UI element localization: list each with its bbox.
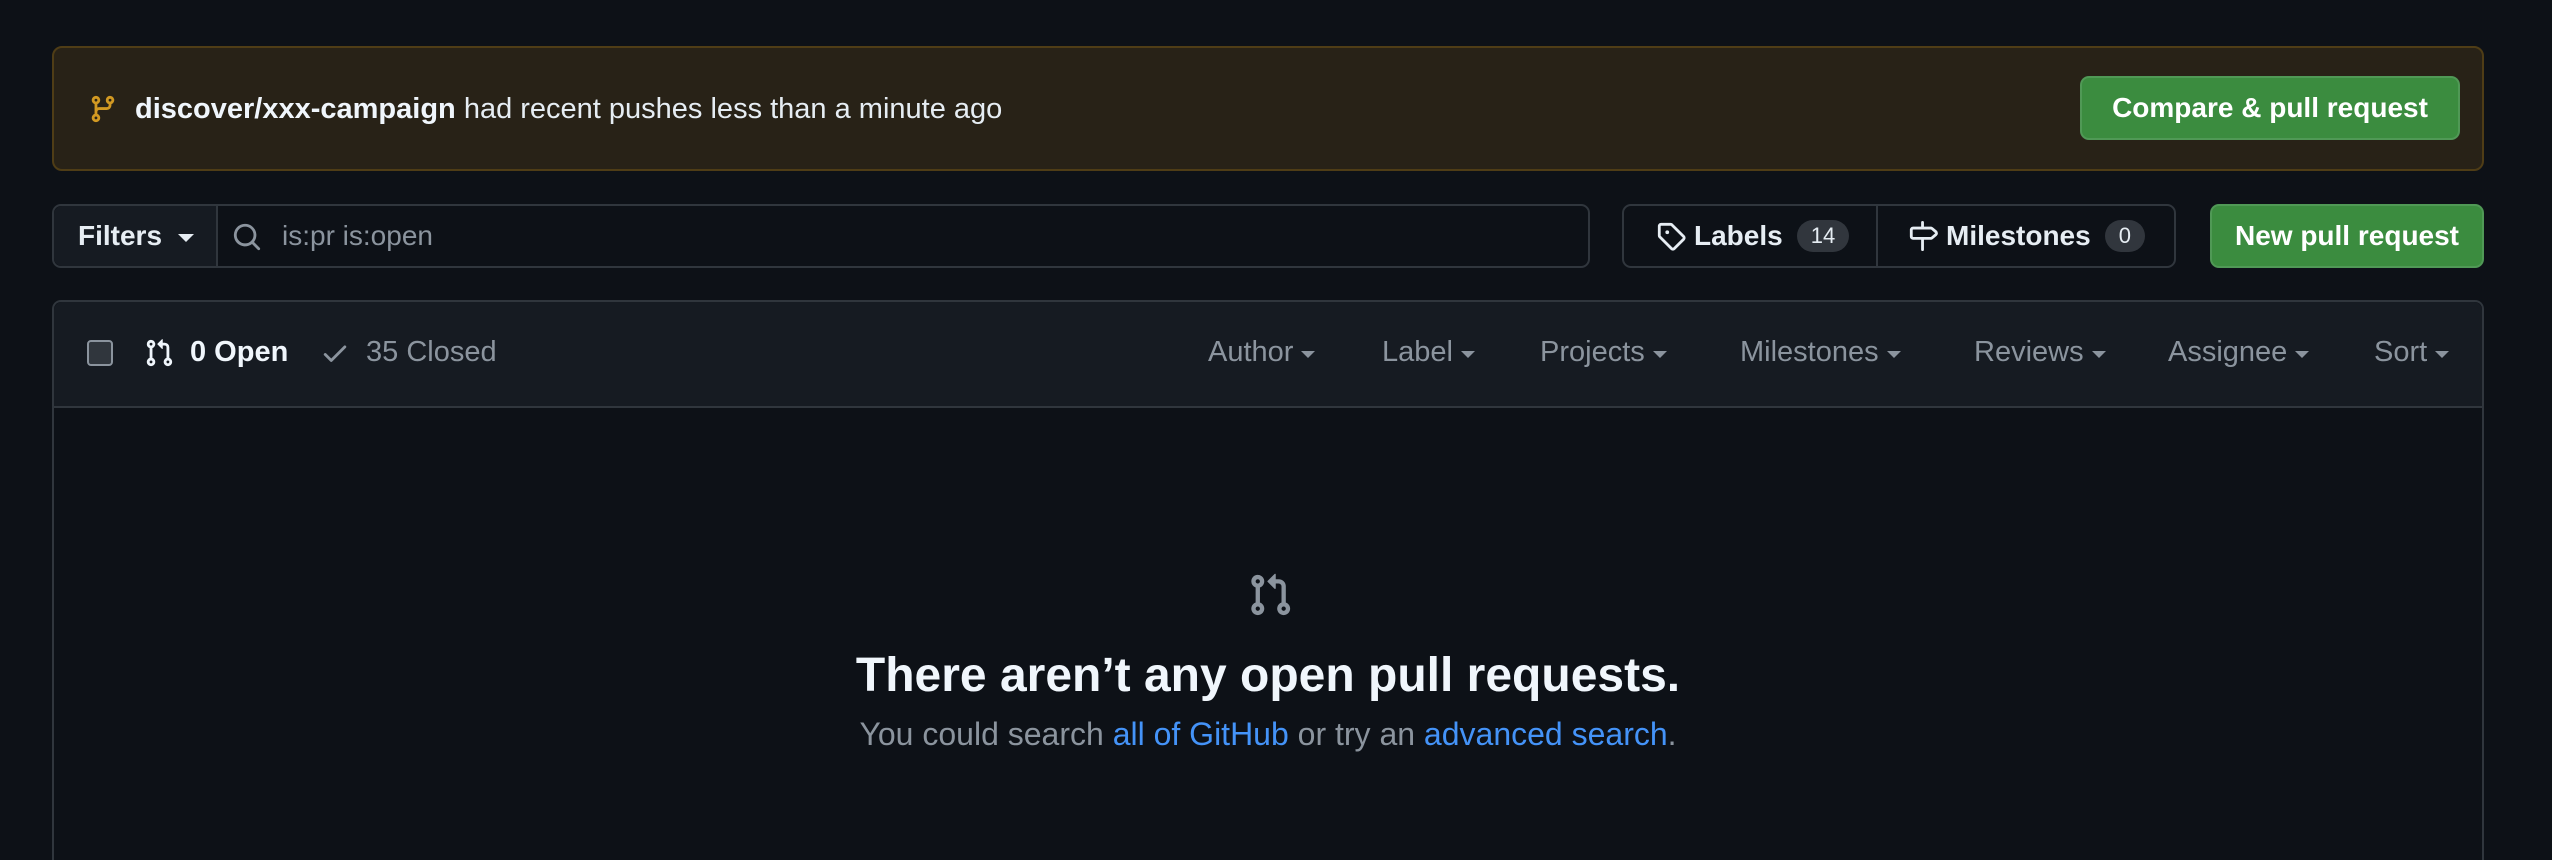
search-filter-bar: Filters [52,204,1590,268]
search-input[interactable] [280,212,1570,260]
git-pull-request-icon [1251,573,1291,616]
sort-filter[interactable]: Sort [2374,336,2450,369]
closed-count-label: 35 Closed [366,336,497,368]
chevron-down-icon [178,234,195,242]
assignee-filter[interactable]: Assignee [2168,336,2310,369]
recent-push-message: discover/xxx-campaign had recent pushes … [135,92,1002,126]
assignee-filter-label: Assignee [2168,336,2288,368]
filters-label: Filters [78,220,163,251]
milestones-filter-label: Milestones [1740,336,1879,368]
check-icon [323,345,347,362]
milestones-button[interactable]: Milestones 0 [1878,206,2174,266]
projects-filter[interactable]: Projects [1540,336,1667,369]
blankslate-title: There aren’t any open pull requests. [855,649,1681,702]
tag-icon [1657,222,1686,251]
blankslate-text-prefix: You could search [859,716,1113,752]
blankslate-text-middle: or try an [1288,716,1424,752]
closed-filter-tab[interactable]: 35 Closed [320,336,497,369]
chevron-down-icon [1886,351,1901,358]
branch-name[interactable]: discover/xxx-campaign [135,93,456,125]
search-icon [233,223,261,251]
reviews-filter-label: Reviews [1974,336,2084,368]
filters-dropdown-button[interactable]: Filters [54,206,218,266]
labels-count: 14 [1796,220,1850,252]
chevron-down-icon [2091,351,2106,358]
author-filter-label: Author [1208,336,1294,368]
recent-push-banner: discover/xxx-campaign had recent pushes … [52,46,2484,171]
list-header: 0 Open 35 Closed Author Label Projects M… [54,302,2482,408]
all-of-github-link[interactable]: all of GitHub [1113,716,1289,752]
chevron-down-icon [1652,351,1667,358]
labels-button[interactable]: Labels 14 [1624,206,1878,266]
milestones-label: Milestones [1946,220,2091,251]
chevron-down-icon [2435,351,2450,358]
git-pull-request-icon [146,338,173,366]
select-all-checkbox[interactable] [87,340,113,366]
blankslate-description: You could search all of GitHub or try an… [54,714,2482,754]
chevron-down-icon [2295,351,2310,358]
milestones-count: 0 [2104,220,2145,252]
blankslate-text-suffix: . [1667,716,1677,752]
author-filter[interactable]: Author [1208,336,1316,369]
milestones-filter[interactable]: Milestones [1740,336,1901,369]
new-pull-request-button[interactable]: New pull request [2210,204,2484,268]
chevron-down-icon [1460,351,1475,358]
milestone-icon [1909,221,1938,251]
chevron-down-icon [1301,351,1316,358]
advanced-search-link[interactable]: advanced search [1424,716,1668,752]
label-filter[interactable]: Label [1382,336,1475,369]
projects-filter-label: Projects [1540,336,1645,368]
compare-pull-request-button[interactable]: Compare & pull request [2080,76,2460,140]
labels-label: Labels [1694,220,1783,251]
git-branch-icon [91,95,115,123]
pull-request-list: 0 Open 35 Closed Author Label Projects M… [52,300,2484,860]
recent-push-text: had recent pushes less than a minute ago [455,93,1003,125]
label-filter-label: Label [1382,336,1453,368]
reviews-filter[interactable]: Reviews [1974,336,2106,369]
labels-milestones-group: Labels 14 Milestones 0 [1622,204,2176,268]
sort-filter-label: Sort [2374,336,2428,368]
open-filter-tab[interactable]: 0 Open [144,336,288,369]
open-count-label: 0 Open [190,336,289,368]
